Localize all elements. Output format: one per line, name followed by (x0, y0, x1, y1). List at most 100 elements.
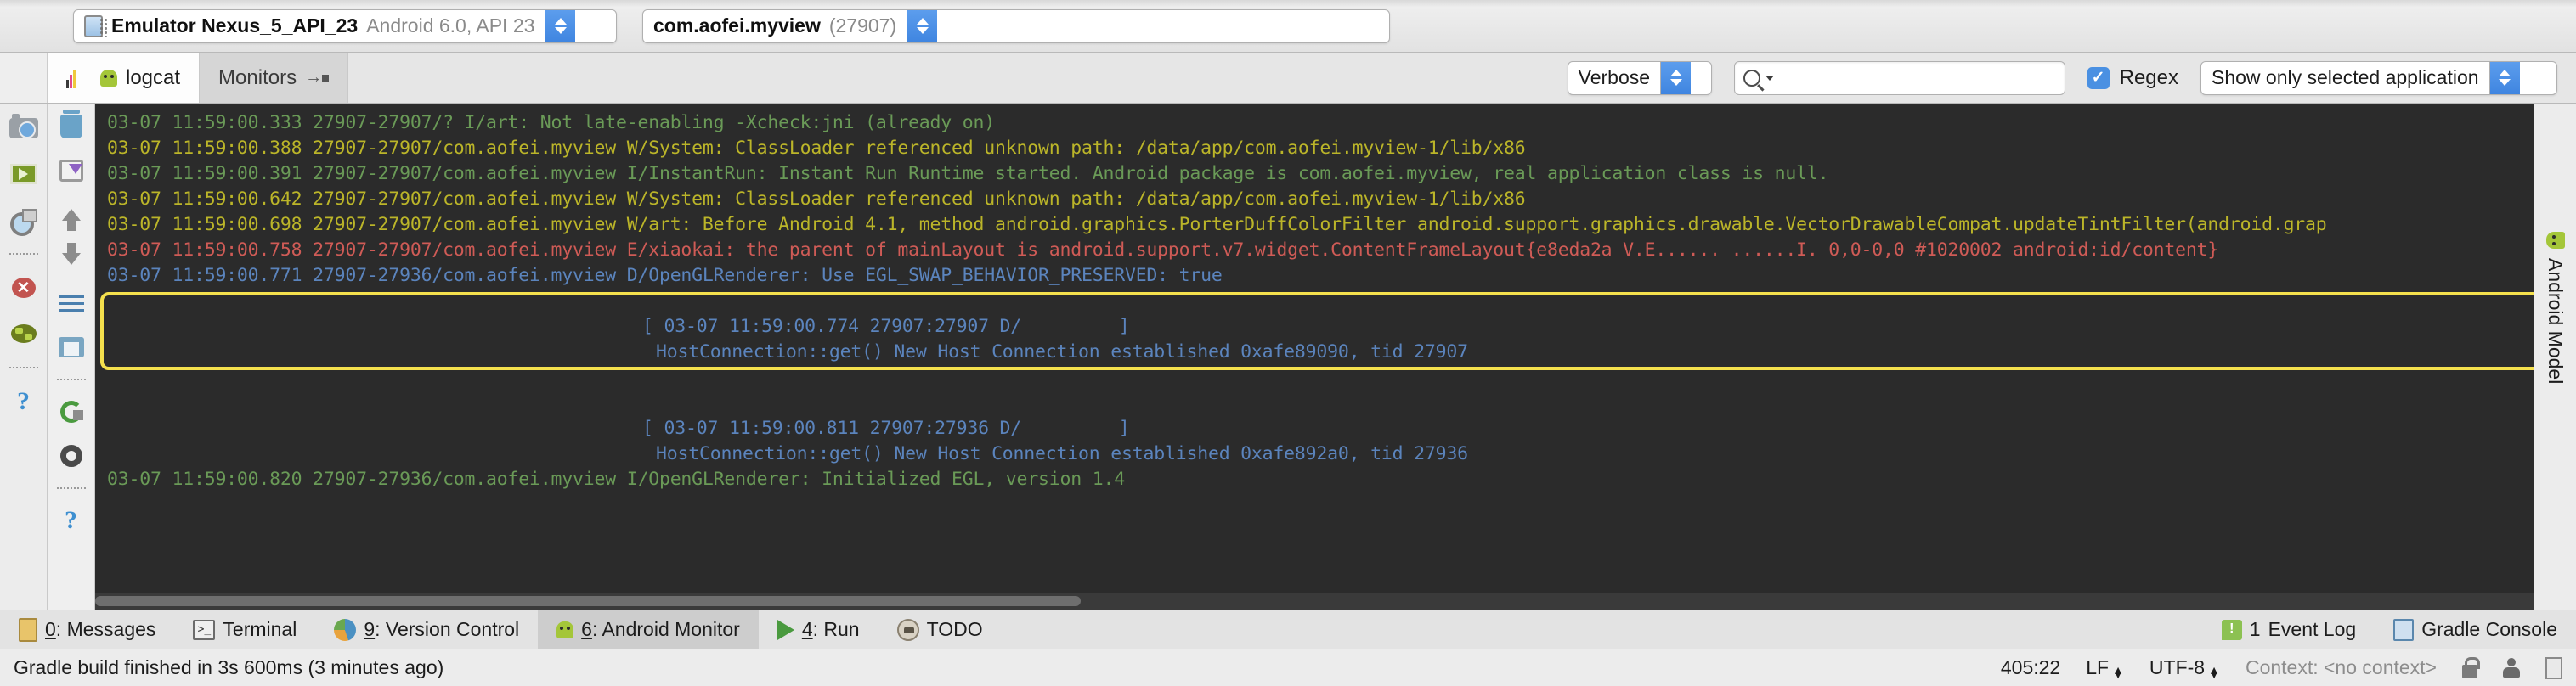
logcat-search-box[interactable] (1733, 60, 2065, 95)
regex-label: Regex (2119, 65, 2178, 89)
soft-wraps-icon[interactable] (56, 289, 87, 318)
process-package: com.aofei.myview (653, 14, 821, 37)
log-line[interactable]: 03-07 11:59:00.391 27907-27907/com.aofei… (95, 161, 2534, 187)
android-monitor-icon (556, 621, 574, 638)
tool-window-event-log[interactable]: ! 1 Event Log (2203, 610, 2375, 649)
logcat-icon (66, 68, 92, 88)
sidebar-separator (8, 367, 38, 368)
tool-window-messages-label: : Messages (55, 618, 156, 640)
person-icon[interactable] (2503, 657, 2520, 678)
console-horizontal-scrollbar[interactable] (95, 593, 2534, 610)
tab-android-model[interactable]: Android Model (2544, 231, 2567, 384)
status-bar: Gradle build finished in 3s 600ms (3 min… (0, 649, 2576, 686)
event-log-badge: 1 (2249, 618, 2261, 640)
logcat-filter-combo[interactable]: Show only selected application (2200, 60, 2557, 95)
logcat-toolbar: Verbose ✓ Regex Show only selected appli… (1567, 53, 2576, 103)
scroll-to-end-icon[interactable] (56, 156, 87, 185)
tab-monitors[interactable]: Monitors → (200, 53, 349, 103)
terminate-application-icon[interactable]: ✕ (8, 273, 39, 302)
device-combo-stepper[interactable] (545, 9, 576, 42)
logcat-tab-strip: logcat Monitors → Verbose ✓ Regex Show o… (0, 53, 2576, 104)
process-combo[interactable]: com.aofei.myview (27907) (642, 8, 1390, 43)
log-line[interactable]: HostConnection::get() New Host Connectio… (95, 441, 2534, 467)
logcat-console[interactable]: 03-07 11:59:00.333 27907-27907/? I/art: … (95, 104, 2534, 610)
tab-logcat-label: logcat (126, 65, 181, 89)
log-line[interactable] (95, 289, 2534, 314)
log-line[interactable]: 03-07 11:59:00.758 27907-27907/com.aofei… (95, 238, 2534, 263)
up-the-stack-trace-icon[interactable] (56, 200, 87, 231)
log-line[interactable] (95, 391, 2534, 416)
screen-record-icon[interactable] (8, 160, 39, 188)
todo-icon (896, 618, 919, 641)
tool-window-version-control-label: : Version Control (375, 618, 520, 640)
messages-icon (19, 617, 37, 642)
logcat-settings-icon[interactable] (56, 441, 87, 470)
tool-window-gradle-console[interactable]: Gradle Console (2375, 610, 2576, 649)
tool-window-run[interactable]: 4: Run (759, 610, 878, 649)
tool-window-messages[interactable]: 0: Messages (0, 610, 174, 649)
status-message: Gradle build finished in 3s 600ms (3 min… (14, 656, 444, 678)
log-line[interactable]: 03-07 11:59:00.820 27907-27936/com.aofei… (95, 467, 2534, 492)
help-icon[interactable]: ? (8, 387, 39, 416)
down-the-stack-trace-icon[interactable] (56, 243, 87, 273)
logcat-filter-stepper[interactable] (2488, 61, 2520, 94)
sidebar-separator (8, 253, 38, 255)
log-line[interactable]: [ 03-07 11:59:00.774 27907:27907 D/ ] (95, 314, 2534, 340)
lock-icon[interactable] (2462, 656, 2480, 678)
layout-inspector-icon[interactable] (8, 205, 39, 236)
process-pid: (27907) (828, 14, 897, 37)
log-line[interactable]: 03-07 11:59:00.698 27907-27907/com.aofei… (95, 212, 2534, 238)
tool-window-todo[interactable]: TODO (878, 610, 1002, 649)
search-input[interactable] (1778, 66, 2056, 89)
tool-window-run-label: : Run (812, 618, 860, 640)
right-tool-bar: Android Model (2534, 104, 2576, 610)
clear-logcat-icon[interactable] (56, 110, 87, 141)
logcat-filter-value: Show only selected application (2212, 66, 2479, 88)
version-control-icon (334, 618, 357, 641)
log-line[interactable] (95, 365, 2534, 391)
tool-window-terminal[interactable]: >_ Terminal (174, 610, 315, 649)
event-log-icon: ! (2221, 619, 2242, 640)
log-level-combo[interactable]: Verbose (1567, 60, 1712, 95)
toolbar-separator (56, 487, 86, 489)
run-icon (777, 619, 794, 640)
system-information-icon[interactable] (8, 319, 39, 348)
log-level-value: Verbose (1578, 66, 1651, 88)
tab-logcat[interactable]: logcat (48, 53, 201, 103)
tool-window-android-monitor[interactable]: 6: Android Monitor (538, 610, 759, 649)
tab-monitors-label: Monitors (218, 65, 297, 89)
log-line[interactable]: 03-07 11:59:00.388 27907-27907/com.aofei… (95, 136, 2534, 161)
gradle-console-icon (2393, 618, 2415, 641)
log-line[interactable]: 03-07 11:59:00.333 27907-27907/? I/art: … (95, 110, 2534, 136)
android-robot-icon (100, 69, 117, 87)
main-area: ✕ ? ? 03-07 11:59:00.333 27907-27907/? I… (0, 104, 2576, 610)
search-icon (1743, 69, 1760, 87)
regex-checkbox[interactable]: ✓ Regex (2087, 66, 2178, 90)
process-combo-stepper[interactable] (907, 9, 938, 42)
print-icon[interactable] (56, 333, 87, 362)
log-line[interactable]: 03-07 11:59:00.642 27907-27907/com.aofei… (95, 187, 2534, 212)
context-indicator[interactable]: Context: <no context> (2246, 656, 2437, 679)
device-combo[interactable]: Emulator Nexus_5_API_23 Android 6.0, API… (73, 8, 617, 43)
terminal-icon: >_ (193, 619, 216, 640)
tool-window-version-control[interactable]: 9: Version Control (315, 610, 538, 649)
log-line[interactable]: 03-07 11:59:00.771 27907-27936/com.aofei… (95, 263, 2534, 289)
line-separator[interactable]: LF ▲ ▼ (2086, 656, 2124, 680)
tool-window-bar-right: ! 1 Event Log Gradle Console (2203, 610, 2576, 649)
log-line[interactable]: HostConnection::get() New Host Connectio… (95, 340, 2534, 365)
file-encoding[interactable]: UTF-8 ▲ ▼ (2149, 656, 2220, 680)
android-robot-icon (2545, 232, 2565, 249)
help-icon[interactable]: ? (56, 506, 87, 535)
chevron-right-icon: → (305, 68, 330, 87)
log-level-stepper[interactable] (1660, 61, 1692, 94)
log-line[interactable]: [ 03-07 11:59:00.811 27907:27936 D/ ] (95, 416, 2534, 441)
caret-position[interactable]: 405:22 (2001, 656, 2060, 679)
screenshot-icon[interactable] (8, 114, 39, 143)
restart-icon[interactable] (56, 397, 87, 426)
tool-window-terminal-label: Terminal (223, 618, 297, 640)
gradle-console-label: Gradle Console (2421, 618, 2557, 640)
chevron-down-icon[interactable] (1765, 75, 1774, 81)
device-detail: Android 6.0, API 23 (366, 14, 535, 37)
tool-window-android-monitor-label: : Android Monitor (591, 618, 740, 640)
memory-icon[interactable] (2545, 656, 2562, 679)
